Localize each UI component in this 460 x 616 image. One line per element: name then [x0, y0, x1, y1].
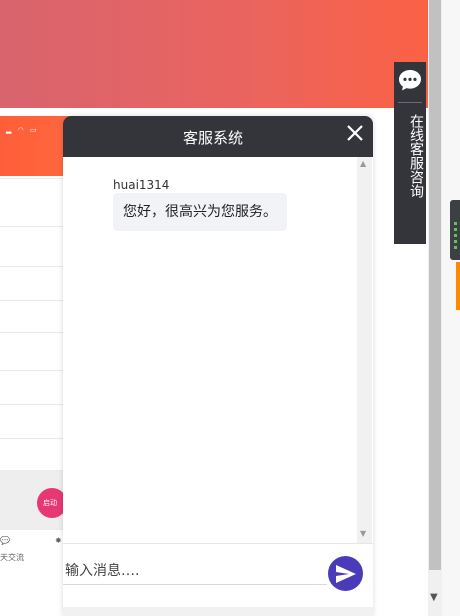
chat-scrollbar[interactable]: ▲ ▼ [357, 157, 372, 543]
background-divider [0, 178, 64, 179]
message-sender: huai1314 [113, 178, 170, 192]
side-tab-label: 在线客服咨询 [408, 114, 424, 198]
message-input[interactable] [63, 558, 327, 585]
chat-window: 客服系统 huai1314 您好，很高兴为您服务。 ▲ ▼ [63, 116, 373, 616]
background-divider [0, 438, 64, 439]
background-divider [0, 266, 64, 267]
top-banner [0, 0, 428, 108]
online-support-tab[interactable]: 在线客服咨询 [394, 62, 426, 244]
scroll-down-arrow-icon[interactable]: ▼ [430, 592, 438, 603]
chat-horizontal-scrollbar[interactable] [63, 607, 373, 616]
background-status-bar: ▂ ◠ ▭ [6, 126, 39, 134]
chat-message-list[interactable]: huai1314 您好，很高兴为您服务。 [63, 157, 357, 543]
close-icon[interactable] [344, 122, 366, 144]
send-button[interactable] [328, 556, 363, 591]
side-tab-divider [398, 102, 422, 103]
message-bubble: 您好，很高兴为您服务。 [113, 193, 287, 231]
background-divider [0, 370, 64, 371]
background-caption: 天交流 [0, 553, 24, 562]
background-divider [0, 300, 64, 301]
chat-header: 客服系统 [63, 116, 373, 157]
chat-footer [63, 543, 373, 616]
right-orange-tab[interactable] [456, 262, 460, 310]
right-widget[interactable] [450, 200, 460, 260]
chat-bubble-icon: 💬 [0, 536, 10, 545]
background-pink-button-label: 启动 [43, 499, 57, 507]
scroll-down-arrow-icon[interactable]: ▼ [360, 529, 366, 538]
settings-icon: ✸ [55, 536, 62, 545]
chat-title: 客服系统 [182, 129, 243, 147]
chat-bubble-icon [399, 70, 421, 91]
send-icon [336, 565, 356, 583]
page-scrollbar-thumb[interactable] [429, 0, 441, 570]
scroll-up-arrow-icon[interactable]: ▲ [360, 159, 366, 168]
background-divider [0, 226, 64, 227]
background-divider [0, 404, 64, 405]
background-divider [0, 332, 64, 333]
